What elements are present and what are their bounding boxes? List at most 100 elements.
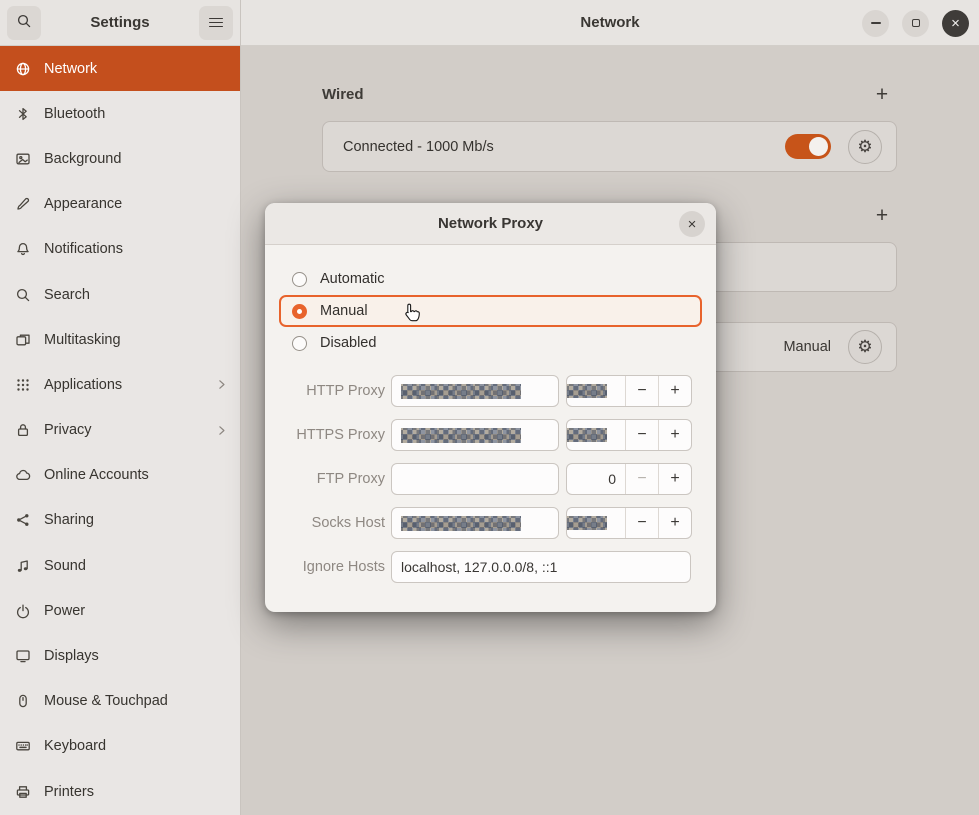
network-icon bbox=[15, 61, 31, 77]
port-decrease-button[interactable]: − bbox=[625, 464, 658, 494]
option-label: Manual bbox=[320, 303, 368, 319]
proxy-mode-value: Manual bbox=[783, 339, 831, 355]
sidebar-item-background[interactable]: Background bbox=[0, 136, 240, 181]
radio-icon[interactable] bbox=[292, 272, 307, 287]
redacted-port-value bbox=[567, 428, 607, 442]
sidebar-item-search[interactable]: Search bbox=[0, 272, 240, 317]
keyboard-icon bbox=[15, 738, 31, 754]
proxy-method-automatic[interactable]: Automatic bbox=[279, 263, 702, 295]
sidebar-item-label: Appearance bbox=[44, 196, 122, 212]
port-value-area[interactable] bbox=[567, 420, 625, 450]
sidebar-item-power[interactable]: Power bbox=[0, 588, 240, 633]
sidebar-item-label: Power bbox=[44, 603, 85, 619]
bluetooth-icon bbox=[15, 106, 31, 122]
redacted-port-value bbox=[567, 384, 607, 398]
port-value: 0 bbox=[608, 471, 616, 487]
sidebar-item-appearance[interactable]: Appearance bbox=[0, 182, 240, 227]
wired-toggle[interactable] bbox=[785, 134, 831, 159]
ignore-hosts-input[interactable]: localhost, 127.0.0.0/8, ::1 bbox=[391, 551, 691, 583]
dialog-close-button[interactable]: × bbox=[679, 211, 705, 237]
port-value-area[interactable] bbox=[567, 376, 625, 406]
sidebar-item-label: Background bbox=[44, 151, 121, 167]
add-wired-button[interactable]: + bbox=[867, 79, 897, 109]
sidebar-item-label: Mouse & Touchpad bbox=[44, 693, 168, 709]
main-headerbar: Network × bbox=[241, 0, 979, 46]
close-button[interactable]: × bbox=[942, 10, 969, 37]
sidebar-item-label: Sound bbox=[44, 558, 86, 574]
port-decrease-button[interactable]: − bbox=[625, 376, 658, 406]
search-icon bbox=[16, 13, 32, 32]
ignore-hosts-row: Ignore Hosts localhost, 127.0.0.0/8, ::1 bbox=[281, 551, 692, 583]
sidebar-item-printers[interactable]: Printers bbox=[0, 769, 240, 814]
ftp-proxy-port-spinner: 0−+ bbox=[566, 463, 692, 495]
port-value-area[interactable] bbox=[567, 508, 625, 538]
sidebar-item-label: Network bbox=[44, 61, 97, 77]
add-vpn-button[interactable]: + bbox=[867, 200, 897, 230]
port-value-area[interactable]: 0 bbox=[567, 464, 625, 494]
sidebar-nav: Network Bluetooth Background Appearance Noti… bbox=[0, 46, 240, 814]
radio-icon[interactable] bbox=[292, 336, 307, 351]
proxy-settings-button[interactable]: ⚙ bbox=[848, 330, 882, 364]
sidebar-item-label: Search bbox=[44, 287, 90, 303]
sidebar-item-displays[interactable]: Displays bbox=[0, 633, 240, 678]
https-proxy-label: HTTPS Proxy bbox=[281, 427, 385, 443]
sidebar-item-online-accounts[interactable]: Online Accounts bbox=[0, 453, 240, 498]
multitasking-icon bbox=[15, 332, 31, 348]
sidebar-item-network[interactable]: Network bbox=[0, 46, 240, 91]
wired-status: Connected - 1000 Mb/s bbox=[343, 139, 494, 155]
port-increase-button[interactable]: + bbox=[658, 508, 691, 538]
applications-icon bbox=[15, 377, 31, 393]
option-label: Disabled bbox=[320, 335, 376, 351]
redacted-value bbox=[401, 428, 521, 443]
http-proxy-input[interactable] bbox=[391, 375, 559, 407]
sidebar-item-label: Sharing bbox=[44, 512, 94, 528]
ftp-proxy-label: FTP Proxy bbox=[281, 471, 385, 487]
window-controls: × bbox=[849, 0, 969, 46]
sidebar-item-sharing[interactable]: Sharing bbox=[0, 498, 240, 543]
sidebar-item-mouse-touchpad[interactable]: Mouse & Touchpad bbox=[0, 679, 240, 724]
port-increase-button[interactable]: + bbox=[658, 376, 691, 406]
gear-icon: ⚙ bbox=[857, 137, 872, 157]
proxy-method-disabled[interactable]: Disabled bbox=[279, 327, 702, 359]
proxy-method-manual[interactable]: Manual bbox=[279, 295, 702, 327]
port-decrease-button[interactable]: − bbox=[625, 508, 658, 538]
https-proxy-input[interactable] bbox=[391, 419, 559, 451]
ftp-proxy-input[interactable] bbox=[391, 463, 559, 495]
search-button[interactable] bbox=[7, 6, 41, 40]
https-proxy-row: HTTPS Proxy −+ bbox=[281, 419, 692, 451]
sidebar-item-privacy[interactable]: Privacy bbox=[0, 408, 240, 453]
maximize-button[interactable] bbox=[902, 10, 929, 37]
privacy-icon bbox=[15, 422, 31, 438]
wired-settings-button[interactable]: ⚙ bbox=[848, 130, 882, 164]
ftp-proxy-row: FTP Proxy 0−+ bbox=[281, 463, 692, 495]
sidebar-item-sound[interactable]: Sound bbox=[0, 543, 240, 588]
sound-icon bbox=[15, 558, 31, 574]
sidebar-item-multitasking[interactable]: Multitasking bbox=[0, 317, 240, 362]
ignore-hosts-label: Ignore Hosts bbox=[281, 559, 385, 575]
radio-selected-icon[interactable] bbox=[292, 304, 307, 319]
sidebar-item-notifications[interactable]: Notifications bbox=[0, 227, 240, 272]
settings-window: Settings NetworkBluetoothBackgroundAppea… bbox=[0, 0, 979, 815]
sidebar-item-bluetooth[interactable]: Bluetooth bbox=[0, 91, 240, 136]
port-decrease-button[interactable]: − bbox=[625, 420, 658, 450]
sharing-icon bbox=[15, 512, 31, 528]
printers-icon bbox=[15, 784, 31, 800]
input-value: localhost, 127.0.0.0/8, ::1 bbox=[401, 559, 557, 575]
menu-button[interactable] bbox=[199, 6, 233, 40]
close-icon: × bbox=[951, 16, 960, 31]
power-icon bbox=[15, 603, 31, 619]
port-increase-button[interactable]: + bbox=[658, 464, 691, 494]
wired-connection-row[interactable]: Connected - 1000 Mb/s ⚙ bbox=[322, 121, 897, 172]
socks-host-label: Socks Host bbox=[281, 515, 385, 531]
socks-host-input[interactable] bbox=[391, 507, 559, 539]
sidebar-item-keyboard[interactable]: Keyboard bbox=[0, 724, 240, 769]
sidebar-item-label: Displays bbox=[44, 648, 99, 664]
port-increase-button[interactable]: + bbox=[658, 420, 691, 450]
minimize-button[interactable] bbox=[862, 10, 889, 37]
mouse-icon bbox=[15, 693, 31, 709]
sidebar-item-label: Online Accounts bbox=[44, 467, 149, 483]
notifications-icon bbox=[15, 241, 31, 257]
dialog-body: AutomaticManualDisabled HTTP Proxy−+HTTP… bbox=[265, 245, 716, 612]
sidebar-item-applications[interactable]: Applications bbox=[0, 362, 240, 407]
http-proxy-label: HTTP Proxy bbox=[281, 383, 385, 399]
